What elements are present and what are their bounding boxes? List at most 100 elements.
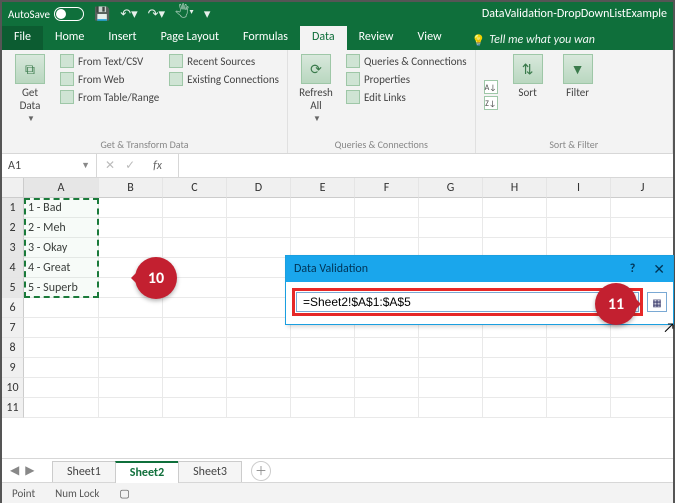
cell[interactable] xyxy=(99,398,163,418)
refresh-all-button[interactable]: ⟳ Refresh All ▼ xyxy=(296,54,336,136)
col-header[interactable]: E xyxy=(291,178,355,198)
cell[interactable] xyxy=(227,278,291,298)
row-header[interactable]: 9 xyxy=(2,358,24,378)
row-header[interactable]: 11 xyxy=(2,398,24,418)
col-header[interactable]: C xyxy=(163,178,227,198)
cell[interactable] xyxy=(419,218,483,238)
cell[interactable] xyxy=(547,398,611,418)
cell[interactable] xyxy=(419,198,483,218)
row-header[interactable]: 4 xyxy=(2,258,24,278)
cell[interactable] xyxy=(24,318,99,338)
col-header[interactable]: J xyxy=(611,178,673,198)
cancel-icon[interactable]: ✕ xyxy=(105,158,115,173)
cell[interactable] xyxy=(291,378,355,398)
col-header[interactable]: D xyxy=(227,178,291,198)
fx-button[interactable]: fx xyxy=(145,159,170,173)
col-header[interactable]: I xyxy=(547,178,611,198)
tab-insert[interactable]: Insert xyxy=(96,26,148,50)
cell[interactable] xyxy=(355,358,419,378)
cell[interactable] xyxy=(99,218,163,238)
sort-button[interactable]: ⇅ Sort xyxy=(508,54,548,136)
cell[interactable] xyxy=(227,218,291,238)
cell[interactable] xyxy=(547,378,611,398)
properties-button[interactable]: Properties xyxy=(346,72,467,86)
redo-icon[interactable]: ↷▾ xyxy=(148,7,165,22)
cell[interactable] xyxy=(483,338,547,358)
col-header[interactable]: G xyxy=(419,178,483,198)
row-header[interactable]: 1 xyxy=(2,198,24,218)
row-header[interactable]: 2 xyxy=(2,218,24,238)
tab-review[interactable]: Review xyxy=(347,26,406,50)
add-sheet-button[interactable]: ＋ xyxy=(251,461,271,481)
qat-customize-icon[interactable]: ▾ xyxy=(204,7,211,22)
cell[interactable] xyxy=(227,338,291,358)
tab-home[interactable]: Home xyxy=(43,26,96,50)
undo-icon[interactable]: ↶▾ xyxy=(120,7,137,22)
help-button[interactable]: ? xyxy=(630,262,636,276)
cell[interactable] xyxy=(227,378,291,398)
cell[interactable] xyxy=(24,298,99,318)
cell[interactable] xyxy=(291,338,355,358)
cell[interactable] xyxy=(483,198,547,218)
sheet-tab[interactable]: Sheet1 xyxy=(52,461,116,482)
cell[interactable] xyxy=(163,358,227,378)
edit-links-button[interactable]: Edit Links xyxy=(346,90,467,104)
cell[interactable] xyxy=(611,338,673,358)
cell[interactable] xyxy=(547,198,611,218)
cell[interactable] xyxy=(611,398,673,418)
cell[interactable] xyxy=(355,378,419,398)
sheet-tab[interactable]: Sheet3 xyxy=(178,461,242,482)
select-all-corner[interactable] xyxy=(2,178,24,198)
row-header[interactable]: 5 xyxy=(2,278,24,298)
tab-page-layout[interactable]: Page Layout xyxy=(149,26,231,50)
cell[interactable] xyxy=(611,198,673,218)
cell[interactable] xyxy=(24,338,99,358)
enter-icon[interactable]: ✓ xyxy=(125,158,135,173)
cell[interactable] xyxy=(163,378,227,398)
col-header[interactable]: F xyxy=(355,178,419,198)
col-header[interactable]: H xyxy=(483,178,547,198)
cell[interactable] xyxy=(227,238,291,258)
cell[interactable]: 4 - Great xyxy=(24,258,99,278)
save-icon[interactable]: 💾 xyxy=(94,7,110,22)
autosave-toggle[interactable] xyxy=(54,7,84,21)
get-data-button[interactable]: ⧉ Get Data ▼ xyxy=(10,54,50,136)
cell[interactable] xyxy=(483,398,547,418)
cell[interactable] xyxy=(163,238,227,258)
cell[interactable] xyxy=(355,198,419,218)
cell[interactable] xyxy=(483,358,547,378)
from-web-button[interactable]: From Web xyxy=(60,72,159,86)
cell[interactable]: 2 - Meh xyxy=(24,218,99,238)
cell[interactable] xyxy=(99,378,163,398)
cell[interactable] xyxy=(291,398,355,418)
touch-mode-icon[interactable]: 🖑▾ xyxy=(175,3,194,25)
tell-me-search[interactable]: Tell me what you wan xyxy=(460,26,673,50)
queries-connections-button[interactable]: Queries & Connections xyxy=(346,54,467,68)
row-header[interactable]: 3 xyxy=(2,238,24,258)
cell[interactable] xyxy=(291,198,355,218)
cell[interactable] xyxy=(163,198,227,218)
cell[interactable]: 5 - Superb xyxy=(24,278,99,298)
macro-record-icon[interactable]: ▢ xyxy=(119,487,129,500)
cell[interactable] xyxy=(163,398,227,418)
tab-file[interactable]: File xyxy=(2,26,43,50)
sheet-tab-active[interactable]: Sheet2 xyxy=(115,461,179,483)
cell[interactable] xyxy=(99,338,163,358)
cell[interactable] xyxy=(291,218,355,238)
cell[interactable] xyxy=(227,258,291,278)
cell[interactable] xyxy=(24,358,99,378)
row-header[interactable]: 8 xyxy=(2,338,24,358)
cell[interactable] xyxy=(611,378,673,398)
tab-data[interactable]: Data xyxy=(300,26,347,50)
cell[interactable]: 1 - Bad xyxy=(24,198,99,218)
sheet-nav[interactable]: ◀▶ xyxy=(2,463,52,478)
cell[interactable] xyxy=(355,398,419,418)
cell[interactable] xyxy=(419,358,483,378)
cell[interactable] xyxy=(547,218,611,238)
from-table-range-button[interactable]: From Table/Range xyxy=(60,90,159,104)
name-box[interactable]: A1 ▼ xyxy=(2,154,97,177)
cell[interactable] xyxy=(227,358,291,378)
row-header[interactable]: 10 xyxy=(2,378,24,398)
cell[interactable] xyxy=(355,338,419,358)
expand-dialog-button[interactable]: ▦ xyxy=(647,292,667,312)
